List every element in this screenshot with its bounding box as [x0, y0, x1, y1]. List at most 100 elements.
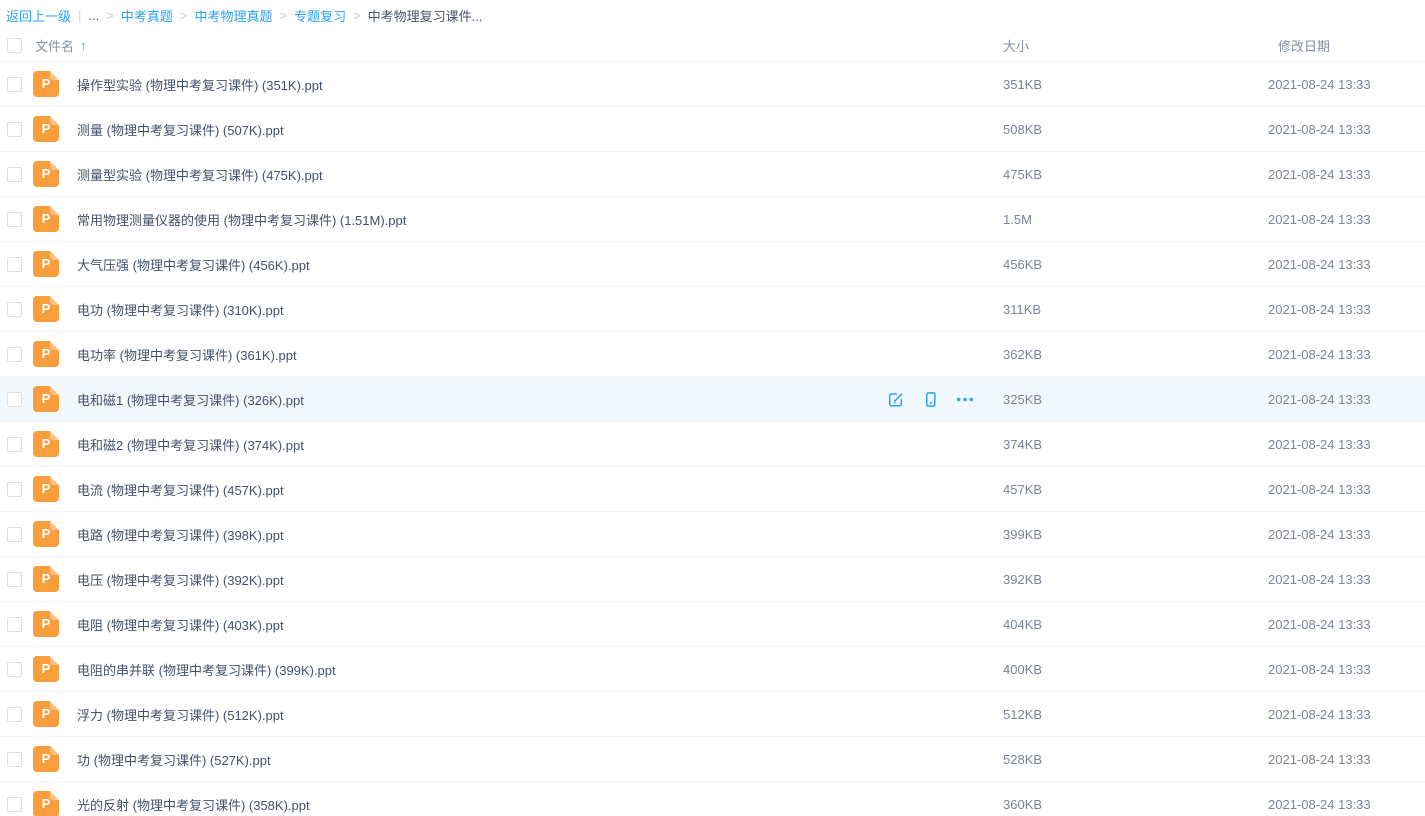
- row-checkbox[interactable]: [7, 797, 22, 812]
- ppt-letter: P: [42, 212, 51, 225]
- file-date: 2021-08-24 13:33: [1268, 437, 1371, 452]
- breadcrumb-link-exam[interactable]: 中考真题: [121, 6, 173, 25]
- rename-icon[interactable]: [886, 391, 904, 409]
- file-name-link[interactable]: 测量 (物理中考复习课件) (507K).ppt: [77, 120, 284, 139]
- file-row[interactable]: P 测量 (物理中考复习课件) (507K).ppt 508KB 2021-08…: [0, 107, 1425, 152]
- file-size: 508KB: [1003, 122, 1042, 137]
- ppt-letter: P: [42, 302, 51, 315]
- ppt-file-icon: P: [33, 71, 59, 97]
- row-checkbox[interactable]: [7, 347, 22, 362]
- file-size: 457KB: [1003, 482, 1042, 497]
- file-date: 2021-08-24 13:33: [1268, 797, 1371, 812]
- file-name-link[interactable]: 电阻 (物理中考复习课件) (403K).ppt: [77, 615, 284, 634]
- file-date: 2021-08-24 13:33: [1268, 572, 1371, 587]
- row-checkbox[interactable]: [7, 122, 22, 137]
- ppt-file-icon: P: [33, 611, 59, 637]
- ppt-letter: P: [42, 167, 51, 180]
- breadcrumb-link-topic-review[interactable]: 专题复习: [294, 6, 346, 25]
- file-row[interactable]: P 电阻 (物理中考复习课件) (403K).ppt 404KB 2021-08…: [0, 602, 1425, 647]
- row-checkbox[interactable]: [7, 662, 22, 677]
- file-name-link[interactable]: 电流 (物理中考复习课件) (457K).ppt: [77, 480, 284, 499]
- file-row[interactable]: P 电功率 (物理中考复习课件) (361K).ppt 362KB 2021-0…: [0, 332, 1425, 377]
- file-name-link[interactable]: 测量型实验 (物理中考复习课件) (475K).ppt: [77, 165, 323, 184]
- file-row[interactable]: P 电和磁1 (物理中考复习课件) (326K).ppt: [0, 377, 1425, 422]
- file-row[interactable]: P 光的反射 (物理中考复习课件) (358K).ppt 360KB 2021-…: [0, 782, 1425, 816]
- file-name-link[interactable]: 大气压强 (物理中考复习课件) (456K).ppt: [77, 255, 310, 274]
- ppt-letter: P: [42, 257, 51, 270]
- file-row[interactable]: P 电功 (物理中考复习课件) (310K).ppt 311KB 2021-08…: [0, 287, 1425, 332]
- file-size: 512KB: [1003, 707, 1042, 722]
- ppt-letter: P: [42, 527, 51, 540]
- row-checkbox[interactable]: [7, 77, 22, 92]
- row-checkbox[interactable]: [7, 392, 22, 407]
- file-name-link[interactable]: 常用物理测量仪器的使用 (物理中考复习课件) (1.51M).ppt: [77, 210, 406, 229]
- file-name-link[interactable]: 操作型实验 (物理中考复习课件) (351K).ppt: [77, 75, 323, 94]
- breadcrumb-link-physics-exam[interactable]: 中考物理真题: [194, 6, 272, 25]
- file-row[interactable]: P 电路 (物理中考复习课件) (398K).ppt 399KB 2021-08…: [0, 512, 1425, 557]
- sort-ascending-icon[interactable]: ↑: [80, 38, 87, 53]
- file-row[interactable]: P 电阻的串并联 (物理中考复习课件) (399K).ppt 400KB 202…: [0, 647, 1425, 692]
- file-name-link[interactable]: 电阻的串并联 (物理中考复习课件) (399K).ppt: [77, 660, 336, 679]
- ppt-letter: P: [42, 617, 51, 630]
- file-size: 360KB: [1003, 797, 1042, 812]
- file-size: 374KB: [1003, 437, 1042, 452]
- file-size: 400KB: [1003, 662, 1042, 677]
- file-row[interactable]: P 测量型实验 (物理中考复习课件) (475K).ppt 475KB 2021…: [0, 152, 1425, 197]
- ppt-file-icon: P: [33, 251, 59, 277]
- column-header-date[interactable]: 修改日期: [1278, 36, 1330, 55]
- breadcrumb-back-link[interactable]: 返回上一级: [6, 6, 71, 25]
- file-size: 528KB: [1003, 752, 1042, 767]
- row-checkbox[interactable]: [7, 527, 22, 542]
- file-date: 2021-08-24 13:33: [1268, 752, 1371, 767]
- select-all-checkbox[interactable]: [7, 38, 22, 53]
- row-checkbox[interactable]: [7, 302, 22, 317]
- ppt-letter: P: [42, 482, 51, 495]
- file-name-link[interactable]: 功 (物理中考复习课件) (527K).ppt: [77, 750, 271, 769]
- ppt-file-icon: P: [33, 476, 59, 502]
- row-checkbox[interactable]: [7, 752, 22, 767]
- file-name-link[interactable]: 光的反射 (物理中考复习课件) (358K).ppt: [77, 795, 310, 814]
- ppt-file-icon: P: [33, 341, 59, 367]
- row-checkbox[interactable]: [7, 572, 22, 587]
- file-row[interactable]: P 操作型实验 (物理中考复习课件) (351K).ppt 351KB 2021…: [0, 62, 1425, 107]
- row-checkbox[interactable]: [7, 707, 22, 722]
- file-name-link[interactable]: 电路 (物理中考复习课件) (398K).ppt: [77, 525, 284, 544]
- file-row[interactable]: P 电压 (物理中考复习课件) (392K).ppt 392KB 2021-08…: [0, 557, 1425, 602]
- file-name-link[interactable]: 浮力 (物理中考复习课件) (512K).ppt: [77, 705, 284, 724]
- file-date: 2021-08-24 13:33: [1268, 257, 1371, 272]
- file-size: 392KB: [1003, 572, 1042, 587]
- column-header-size[interactable]: 大小: [1003, 36, 1029, 55]
- save-to-phone-icon[interactable]: [921, 391, 939, 409]
- file-row[interactable]: P 电和磁2 (物理中考复习课件) (374K).ppt 374KB 2021-…: [0, 422, 1425, 467]
- file-size: 351KB: [1003, 77, 1042, 92]
- ppt-letter: P: [42, 662, 51, 675]
- breadcrumb-ellipsis[interactable]: ...: [88, 8, 99, 23]
- file-name-link[interactable]: 电功 (物理中考复习课件) (310K).ppt: [77, 300, 284, 319]
- row-checkbox[interactable]: [7, 437, 22, 452]
- file-date: 2021-08-24 13:33: [1268, 302, 1371, 317]
- row-checkbox[interactable]: [7, 257, 22, 272]
- row-checkbox[interactable]: [7, 482, 22, 497]
- file-name-link[interactable]: 电和磁2 (物理中考复习课件) (374K).ppt: [77, 435, 304, 454]
- file-row[interactable]: P 大气压强 (物理中考复习课件) (456K).ppt 456KB 2021-…: [0, 242, 1425, 287]
- file-name-link[interactable]: 电和磁1 (物理中考复习课件) (326K).ppt: [77, 390, 304, 409]
- file-row[interactable]: P 浮力 (物理中考复习课件) (512K).ppt 512KB 2021-08…: [0, 692, 1425, 737]
- file-date: 2021-08-24 13:33: [1268, 482, 1371, 497]
- file-row[interactable]: P 常用物理测量仪器的使用 (物理中考复习课件) (1.51M).ppt 1.5…: [0, 197, 1425, 242]
- row-checkbox[interactable]: [7, 212, 22, 227]
- breadcrumb-separator: >: [180, 8, 188, 23]
- file-row[interactable]: P 电流 (物理中考复习课件) (457K).ppt 457KB 2021-08…: [0, 467, 1425, 512]
- file-date: 2021-08-24 13:33: [1268, 347, 1371, 362]
- file-size: 325KB: [1003, 392, 1042, 407]
- ppt-letter: P: [42, 572, 51, 585]
- file-date: 2021-08-24 13:33: [1268, 707, 1371, 722]
- column-header-filename[interactable]: 文件名: [35, 36, 74, 55]
- file-row[interactable]: P 功 (物理中考复习课件) (527K).ppt 528KB 2021-08-…: [0, 737, 1425, 782]
- file-name-link[interactable]: 电功率 (物理中考复习课件) (361K).ppt: [77, 345, 297, 364]
- row-checkbox[interactable]: [7, 167, 22, 182]
- more-actions-icon[interactable]: [956, 391, 974, 409]
- row-checkbox[interactable]: [7, 617, 22, 632]
- breadcrumb-current-folder: 中考物理复习课件...: [368, 6, 483, 25]
- file-size: 475KB: [1003, 167, 1042, 182]
- file-name-link[interactable]: 电压 (物理中考复习课件) (392K).ppt: [77, 570, 284, 589]
